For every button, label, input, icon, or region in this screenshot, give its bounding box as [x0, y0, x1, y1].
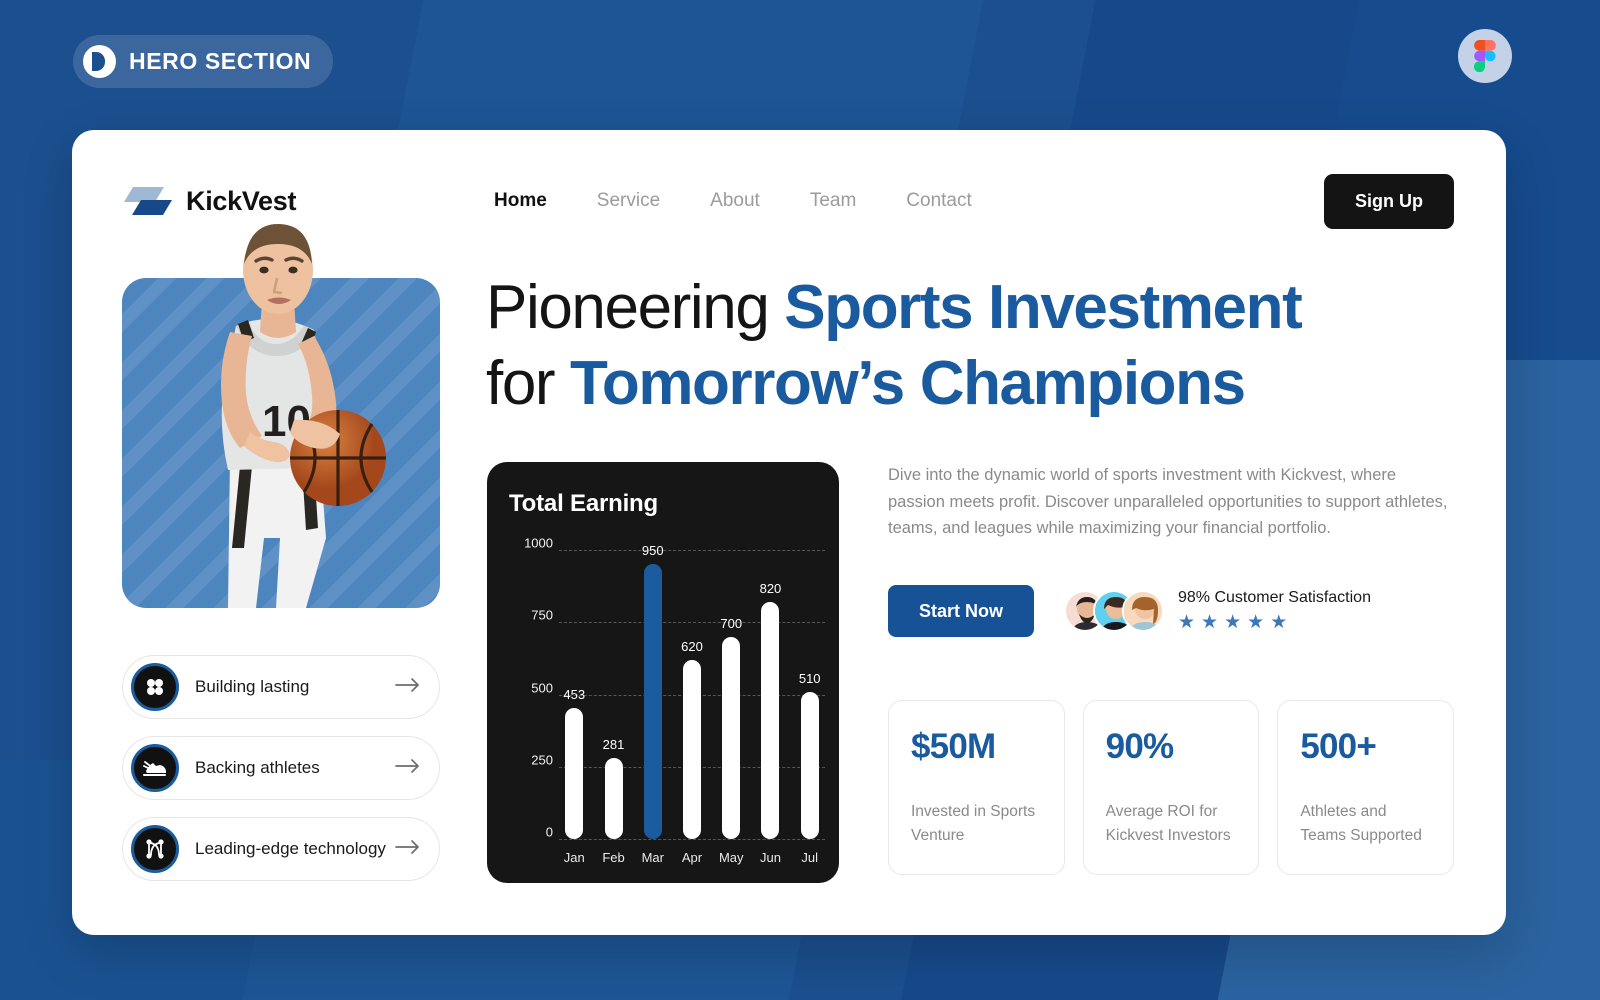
chart-bar-value: 510: [798, 670, 821, 686]
chart-bar: [643, 564, 662, 839]
arrow-right-icon: [395, 839, 421, 860]
nav-link-contact[interactable]: Contact: [904, 186, 973, 216]
stat-value: $50M: [911, 727, 996, 766]
hero-card: KickVest Home Service About Team Contact…: [72, 130, 1506, 935]
headline-plain-1: Pioneering: [486, 273, 785, 342]
chart-y-tick: 750: [531, 607, 553, 623]
chart-bar-column: 620: [677, 550, 708, 839]
p-circle-icon: [83, 45, 116, 78]
signup-button[interactable]: Sign Up: [1324, 173, 1454, 229]
chart-y-tick: 0: [545, 824, 553, 840]
stat-value: 90%: [1105, 727, 1174, 766]
stat-card-athletes: 500+ Athletes and Teams Supported: [1277, 700, 1455, 875]
chart-bar-column: 950: [637, 543, 668, 839]
stat-caption: Average ROI for Kickvest Investors: [1105, 802, 1231, 844]
stat-card-invested: $50M Invested in Sports Venture: [888, 700, 1065, 875]
chart-x-tick: Jan: [563, 850, 585, 865]
nav-link-service[interactable]: Service: [595, 186, 662, 216]
chart-bar-value: 700: [720, 615, 743, 631]
arrow-right-icon: [395, 677, 421, 698]
page-title: Pioneering Sports Investment for Tomorro…: [486, 270, 1426, 421]
chart-title: Total Earning: [509, 490, 658, 517]
chart-y-tick: 500: [531, 680, 553, 695]
chart-bar-column: 700: [716, 550, 747, 839]
chart-x-tick: May: [718, 850, 744, 865]
feature-item-building-lasting[interactable]: Building lasting: [122, 655, 440, 719]
stat-value: 500+: [1300, 727, 1376, 766]
chart-x-tick: Apr: [681, 850, 703, 865]
rating-text: 98% Customer Satisfaction: [1178, 588, 1371, 606]
total-earning-chart-card: Total Earning 1000 750 500 250 0 453 281 950 62…: [487, 462, 839, 883]
stat-card-roi: 90% Average ROI for Kickvest Investors: [1082, 700, 1260, 875]
chart-bar-value: 453: [563, 687, 586, 703]
athlete-image-panel: 10: [122, 224, 440, 608]
running-shoe-icon: [131, 744, 179, 792]
social-proof: 98% Customer Satisfaction ★ ★ ★ ★ ★: [1064, 589, 1371, 634]
chart-bar: [565, 708, 584, 839]
nav-link-about[interactable]: About: [708, 186, 762, 216]
chart-x-axis-labels: Jan Feb Mar Apr May Jun Jul: [559, 850, 825, 865]
chart-x-tick: Jun: [759, 850, 781, 865]
chart-y-tick: 1000: [524, 535, 553, 551]
feature-item-backing-athletes[interactable]: Backing athletes: [122, 736, 440, 800]
rating-block: 98% Customer Satisfaction ★ ★ ★ ★ ★: [1178, 589, 1371, 634]
hero-section-badge: HERO SECTION: [73, 35, 334, 88]
chart-x-tick: Mar: [641, 850, 664, 865]
chart-bar: [722, 636, 741, 839]
chart-x-tick: Feb: [602, 850, 625, 865]
chart-y-tick: 250: [531, 752, 553, 768]
chart-bar-value: 620: [681, 638, 703, 654]
feature-item-label: Leading-edge technology: [195, 839, 386, 858]
four-dots-grid-icon: [131, 663, 179, 711]
chart-bar-column: 820: [755, 550, 786, 839]
stats-row: $50M Invested in Sports Venture 90% Aver…: [888, 700, 1455, 875]
chart-bar-value: 950: [641, 543, 664, 559]
hero-section-badge-label: HERO SECTION: [129, 48, 312, 74]
cta-row: Start Now 98% Customer Satisfaction ★ ★ …: [888, 585, 1371, 637]
star-icon: ★: [1247, 611, 1265, 633]
chart-gridline-rule: [559, 839, 825, 840]
chart-bar-column: 510: [794, 550, 825, 839]
star-icon: ★: [1201, 611, 1219, 633]
nav-link-team[interactable]: Team: [808, 186, 858, 216]
figma-logo-glyph: [1474, 40, 1496, 72]
feature-item-label: Building lasting: [195, 677, 310, 696]
nav-link-home[interactable]: Home: [492, 186, 549, 216]
chart-gridline: 0: [509, 825, 825, 840]
chart-bar-value: 820: [759, 581, 782, 597]
chart-bars: 453 281 950 620 700 820 510: [559, 543, 825, 839]
chart-bar: [682, 659, 701, 839]
avatar-group: [1064, 590, 1164, 632]
feature-list: Building lasting Backing athletes Leadin…: [122, 655, 440, 881]
chart-x-tick: Jul: [801, 850, 818, 865]
star-icon: ★: [1224, 611, 1242, 633]
feature-item-leading-edge-technology[interactable]: Leading-edge technology: [122, 817, 440, 881]
hero-description: Dive into the dynamic world of sports in…: [888, 466, 1448, 538]
avatar: [1122, 590, 1164, 632]
star-icon: ★: [1270, 611, 1288, 633]
chart-bar: [800, 691, 819, 839]
figma-logo-icon: [1458, 29, 1512, 83]
chart-bar: [761, 602, 780, 839]
headline-bold-1: Sports Investment: [784, 273, 1303, 342]
star-icon: ★: [1178, 611, 1196, 633]
stat-caption: Invested in Sports Venture: [911, 802, 1036, 844]
start-now-button[interactable]: Start Now: [888, 585, 1034, 637]
arrow-right-icon: [395, 758, 421, 779]
nav-links: Home Service About Team Contact: [492, 186, 974, 216]
star-rating: ★ ★ ★ ★ ★: [1178, 611, 1371, 634]
feature-item-label: Backing athletes: [195, 758, 320, 777]
headline-bold-2: Tomorrow’s Champions: [569, 348, 1246, 418]
stat-caption: Athletes and Teams Supported: [1300, 802, 1422, 844]
chart-plot-area: 1000 750 500 250 0 453 281 950 620 700 820 510: [509, 536, 825, 840]
chart-bar-value: 281: [602, 736, 625, 752]
chart-bar-column: 281: [598, 550, 629, 839]
chart-bar-column: 453: [559, 550, 590, 839]
headline-plain-2: for: [486, 348, 570, 418]
chart-bar: [604, 757, 623, 839]
network-branch-icon: [131, 825, 179, 873]
basketball-player-image: 10: [221, 224, 386, 608]
